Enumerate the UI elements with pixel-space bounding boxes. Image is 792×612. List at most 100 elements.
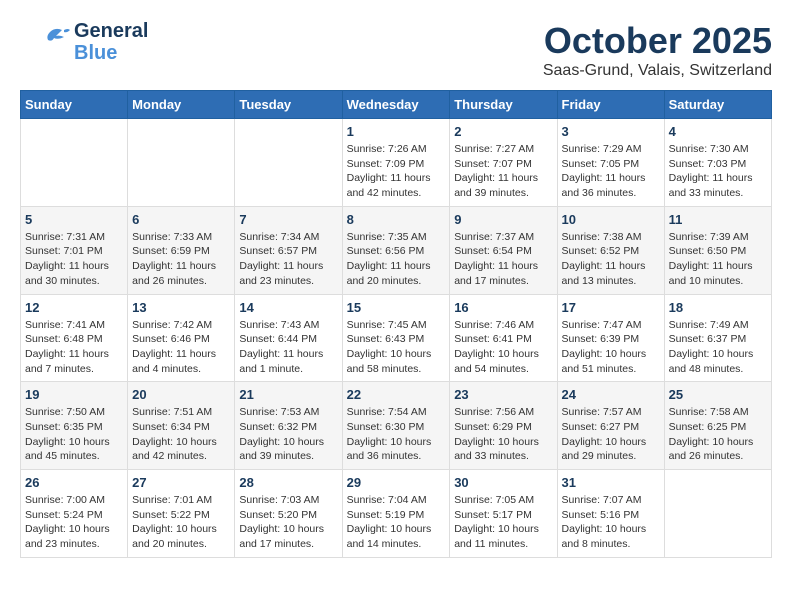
day-info: Sunrise: 7:00 AMSunset: 5:24 PMDaylight:… <box>25 493 123 552</box>
calendar-cell: 11Sunrise: 7:39 AMSunset: 6:50 PMDayligh… <box>664 206 771 294</box>
day-number: 19 <box>25 387 123 402</box>
day-info: Sunrise: 7:33 AMSunset: 6:59 PMDaylight:… <box>132 230 230 289</box>
calendar-week-row: 26Sunrise: 7:00 AMSunset: 5:24 PMDayligh… <box>21 470 772 558</box>
day-number: 30 <box>454 475 552 490</box>
day-number: 13 <box>132 300 230 315</box>
day-number: 8 <box>347 212 446 227</box>
day-number: 3 <box>562 124 660 139</box>
calendar-cell: 1 Sunrise: 7:26 AMSunset: 7:09 PMDaylight… <box>342 119 450 207</box>
day-number: 9 <box>454 212 552 227</box>
day-info: Sunrise: 7:56 AMSunset: 6:29 PMDaylight:… <box>454 405 552 464</box>
day-info: Sunrise: 7:46 AMSunset: 6:41 PMDaylight:… <box>454 318 552 377</box>
day-number: 1 <box>347 124 446 139</box>
calendar-cell: 16Sunrise: 7:46 AMSunset: 6:41 PMDayligh… <box>450 294 557 382</box>
weekday-header: Friday <box>557 91 664 119</box>
calendar-cell: 20 Sunrise: 7:51 AMSunset: 6:34 PMDayligh… <box>128 382 235 470</box>
day-number: 4 <box>669 124 767 139</box>
day-info: Sunrise: 7:50 AMSunset: 6:35 PMDaylight:… <box>25 405 123 464</box>
calendar-cell: 8 Sunrise: 7:35 AMSunset: 6:56 PMDaylight… <box>342 206 450 294</box>
calendar-cell <box>664 470 771 558</box>
day-number: 23 <box>454 387 552 402</box>
day-info: Sunrise: 7:43 AMSunset: 6:44 PMDaylight:… <box>239 318 337 377</box>
weekday-header: Wednesday <box>342 91 450 119</box>
day-number: 17 <box>562 300 660 315</box>
calendar-cell <box>128 119 235 207</box>
calendar-cell: 7 Sunrise: 7:34 AMSunset: 6:57 PMDaylight… <box>235 206 342 294</box>
day-info: Sunrise: 7:58 AMSunset: 6:25 PMDaylight:… <box>669 405 767 464</box>
calendar-cell: 25Sunrise: 7:58 AMSunset: 6:25 PMDayligh… <box>664 382 771 470</box>
day-info: Sunrise: 7:38 AMSunset: 6:52 PMDaylight:… <box>562 230 660 289</box>
day-number: 28 <box>239 475 337 490</box>
day-info: Sunrise: 7:03 AMSunset: 5:20 PMDaylight:… <box>239 493 337 552</box>
calendar-cell: 15Sunrise: 7:45 AMSunset: 6:43 PMDayligh… <box>342 294 450 382</box>
day-info: Sunrise: 7:26 AMSunset: 7:09 PMDaylight:… <box>347 142 446 201</box>
day-number: 5 <box>25 212 123 227</box>
calendar-cell: 10 Sunrise: 7:38 AMSunset: 6:52 PMDayligh… <box>557 206 664 294</box>
day-info: Sunrise: 7:05 AMSunset: 5:17 PMDaylight:… <box>454 493 552 552</box>
calendar-table: SundayMondayTuesdayWednesdayThursdayFrid… <box>20 90 772 558</box>
day-number: 18 <box>669 300 767 315</box>
day-info: Sunrise: 7:07 AMSunset: 5:16 PMDaylight:… <box>562 493 660 552</box>
page-header: General Blue October 2025 Saas-Grund, Va… <box>20 20 772 80</box>
day-info: Sunrise: 7:49 AMSunset: 6:37 PMDaylight:… <box>669 318 767 377</box>
weekday-header: Tuesday <box>235 91 342 119</box>
calendar-cell: 21 Sunrise: 7:53 AMSunset: 6:32 PMDayligh… <box>235 382 342 470</box>
title-section: October 2025 Saas-Grund, Valais, Switzer… <box>543 20 772 80</box>
weekday-header: Sunday <box>21 91 128 119</box>
weekday-header-row: SundayMondayTuesdayWednesdayThursdayFrid… <box>21 91 772 119</box>
calendar-week-row: 19 Sunrise: 7:50 AMSunset: 6:35 PMDayligh… <box>21 382 772 470</box>
calendar-cell: 13Sunrise: 7:42 AMSunset: 6:46 PMDayligh… <box>128 294 235 382</box>
day-number: 27 <box>132 475 230 490</box>
calendar-cell: 17 Sunrise: 7:47 AMSunset: 6:39 PMDayligh… <box>557 294 664 382</box>
calendar-week-row: 1 Sunrise: 7:26 AMSunset: 7:09 PMDaylight… <box>21 119 772 207</box>
calendar-cell: 26Sunrise: 7:00 AMSunset: 5:24 PMDayligh… <box>21 470 128 558</box>
calendar-cell: 30 Sunrise: 7:05 AMSunset: 5:17 PMDayligh… <box>450 470 557 558</box>
day-info: Sunrise: 7:47 AMSunset: 6:39 PMDaylight:… <box>562 318 660 377</box>
day-number: 24 <box>562 387 660 402</box>
calendar-cell: 4 Sunrise: 7:30 AMSunset: 7:03 PMDaylight… <box>664 119 771 207</box>
weekday-header: Saturday <box>664 91 771 119</box>
day-info: Sunrise: 7:39 AMSunset: 6:50 PMDaylight:… <box>669 230 767 289</box>
day-info: Sunrise: 7:30 AMSunset: 7:03 PMDaylight:… <box>669 142 767 201</box>
calendar-cell: 28 Sunrise: 7:03 AMSunset: 5:20 PMDayligh… <box>235 470 342 558</box>
day-info: Sunrise: 7:35 AMSunset: 6:56 PMDaylight:… <box>347 230 446 289</box>
month-title: October 2025 <box>543 20 772 62</box>
day-info: Sunrise: 7:53 AMSunset: 6:32 PMDaylight:… <box>239 405 337 464</box>
weekday-header: Monday <box>128 91 235 119</box>
calendar-cell: 22Sunrise: 7:54 AMSunset: 6:30 PMDayligh… <box>342 382 450 470</box>
day-info: Sunrise: 7:27 AMSunset: 7:07 PMDaylight:… <box>454 142 552 201</box>
calendar-cell: 27 Sunrise: 7:01 AMSunset: 5:22 PMDayligh… <box>128 470 235 558</box>
day-number: 2 <box>454 124 552 139</box>
logo-general: General <box>74 20 148 42</box>
calendar-cell: 12Sunrise: 7:41 AMSunset: 6:48 PMDayligh… <box>21 294 128 382</box>
calendar-cell: 24Sunrise: 7:57 AMSunset: 6:27 PMDayligh… <box>557 382 664 470</box>
calendar-cell: 6 Sunrise: 7:33 AMSunset: 6:59 PMDaylight… <box>128 206 235 294</box>
day-info: Sunrise: 7:41 AMSunset: 6:48 PMDaylight:… <box>25 318 123 377</box>
calendar-cell: 18 Sunrise: 7:49 AMSunset: 6:37 PMDayligh… <box>664 294 771 382</box>
calendar-cell: 23 Sunrise: 7:56 AMSunset: 6:29 PMDayligh… <box>450 382 557 470</box>
calendar-cell <box>235 119 342 207</box>
calendar-week-row: 5Sunrise: 7:31 AMSunset: 7:01 PMDaylight… <box>21 206 772 294</box>
calendar-cell: 14Sunrise: 7:43 AMSunset: 6:44 PMDayligh… <box>235 294 342 382</box>
weekday-header: Thursday <box>450 91 557 119</box>
logo: General Blue <box>20 20 148 64</box>
day-number: 21 <box>239 387 337 402</box>
day-number: 7 <box>239 212 337 227</box>
day-info: Sunrise: 7:01 AMSunset: 5:22 PMDaylight:… <box>132 493 230 552</box>
calendar-cell: 9Sunrise: 7:37 AMSunset: 6:54 PMDaylight… <box>450 206 557 294</box>
logo-blue: Blue <box>74 42 148 64</box>
day-number: 20 <box>132 387 230 402</box>
day-number: 15 <box>347 300 446 315</box>
day-info: Sunrise: 7:51 AMSunset: 6:34 PMDaylight:… <box>132 405 230 464</box>
calendar-cell: 3 Sunrise: 7:29 AMSunset: 7:05 PMDaylight… <box>557 119 664 207</box>
calendar-cell: 29Sunrise: 7:04 AMSunset: 5:19 PMDayligh… <box>342 470 450 558</box>
day-info: Sunrise: 7:34 AMSunset: 6:57 PMDaylight:… <box>239 230 337 289</box>
day-info: Sunrise: 7:54 AMSunset: 6:30 PMDaylight:… <box>347 405 446 464</box>
day-number: 10 <box>562 212 660 227</box>
calendar-cell: 2 Sunrise: 7:27 AMSunset: 7:07 PMDaylight… <box>450 119 557 207</box>
day-info: Sunrise: 7:29 AMSunset: 7:05 PMDaylight:… <box>562 142 660 201</box>
day-number: 29 <box>347 475 446 490</box>
calendar-cell: 31Sunrise: 7:07 AMSunset: 5:16 PMDayligh… <box>557 470 664 558</box>
location-title: Saas-Grund, Valais, Switzerland <box>543 62 772 80</box>
day-number: 6 <box>132 212 230 227</box>
